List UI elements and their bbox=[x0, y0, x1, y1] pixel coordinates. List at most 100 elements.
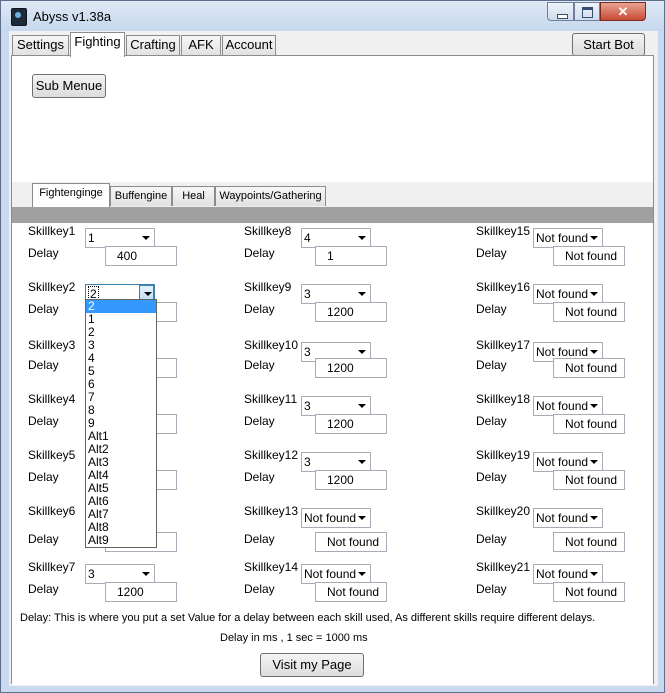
skillkey1-delay-input[interactable]: 400 bbox=[105, 246, 177, 266]
subtab-buffengine[interactable]: Buffengine bbox=[110, 186, 172, 206]
close-icon: ✕ bbox=[617, 4, 629, 19]
skillkey12-select[interactable]: 3 bbox=[301, 452, 371, 472]
chevron-down-icon[interactable] bbox=[354, 230, 369, 246]
delay-info-text: Delay: This is where you put a set Value… bbox=[20, 612, 596, 624]
skillkey16-select[interactable]: Not found bbox=[533, 284, 603, 304]
skillkey20-select[interactable]: Not found bbox=[533, 508, 603, 528]
skillkey21-delay-input[interactable]: Not found bbox=[553, 582, 625, 602]
chevron-down-icon[interactable] bbox=[354, 286, 369, 302]
skillkey16-delay-input[interactable]: Not found bbox=[553, 302, 625, 322]
chevron-down-icon[interactable] bbox=[138, 230, 153, 246]
start-bot-button[interactable]: Start Bot bbox=[572, 33, 645, 56]
skillkey8-select[interactable]: 4 bbox=[301, 228, 371, 248]
skillkey17-value: Not found bbox=[536, 345, 589, 359]
skillkey13-delay-input[interactable]: Not found bbox=[315, 532, 387, 552]
skillkey9-select[interactable]: 3 bbox=[301, 284, 371, 304]
visit-my-page-button[interactable]: Visit my Page bbox=[260, 653, 364, 677]
dropdown-option[interactable]: 3 bbox=[86, 339, 156, 352]
skillkey13-label: Skillkey13 bbox=[244, 504, 299, 518]
skillkey20-delay-input[interactable]: Not found bbox=[553, 532, 625, 552]
skillkey14-delay-label: Delay bbox=[244, 582, 275, 596]
chevron-down-icon[interactable] bbox=[586, 454, 601, 470]
dropdown-option[interactable]: Alt9 bbox=[86, 534, 156, 547]
skillkey2-label: Skillkey2 bbox=[28, 280, 76, 294]
minimize-button[interactable] bbox=[547, 2, 574, 21]
maximize-button[interactable] bbox=[574, 2, 600, 21]
skillkey8-delay-input[interactable]: 1 bbox=[315, 246, 387, 266]
main-tabs: Settings Fighting Crafting AFK Account S… bbox=[9, 31, 658, 57]
chevron-down-icon[interactable] bbox=[586, 566, 601, 582]
skillkey18-select[interactable]: Not found bbox=[533, 396, 603, 416]
skillkey10-delay-input[interactable]: 1200 bbox=[315, 358, 387, 378]
skillkey11-delay-input[interactable]: 1200 bbox=[315, 414, 387, 434]
chevron-down-icon[interactable] bbox=[354, 398, 369, 414]
dropdown-option[interactable]: 7 bbox=[86, 391, 156, 404]
skillkey21-select[interactable]: Not found bbox=[533, 564, 603, 584]
chevron-down-icon[interactable] bbox=[586, 510, 601, 526]
dropdown-option[interactable]: 2 bbox=[86, 300, 156, 313]
dropdown-option[interactable]: 4 bbox=[86, 352, 156, 365]
skillkey7-select[interactable]: 3 bbox=[85, 564, 155, 584]
skillkey12-value: 3 bbox=[304, 455, 311, 469]
skillkey2-dropdown-list[interactable]: 2 1 2 3 4 5 6 7 8 9 Alt1 Alt2 Alt3 Alt4 Alt5 Alt6 Alt7 Al… bbox=[85, 299, 157, 548]
skillkey20-value: Not found bbox=[536, 511, 589, 525]
close-button[interactable]: ✕ bbox=[600, 2, 646, 21]
skillkey10-value: 3 bbox=[304, 345, 311, 359]
dropdown-option[interactable]: 6 bbox=[86, 378, 156, 391]
skillkey18-label: Skillkey18 bbox=[476, 392, 531, 406]
skillkey13-select[interactable]: Not found bbox=[301, 508, 371, 528]
skillkey18-delay-input[interactable]: Not found bbox=[553, 414, 625, 434]
skillkey12-delay-input[interactable]: 1200 bbox=[315, 470, 387, 490]
skillkey21-delay-label: Delay bbox=[476, 582, 507, 596]
chevron-down-icon[interactable] bbox=[354, 454, 369, 470]
tab-afk[interactable]: AFK bbox=[181, 35, 221, 55]
skillkey8-label: Skillkey8 bbox=[244, 224, 292, 238]
chevron-down-icon[interactable] bbox=[354, 566, 369, 582]
skillkey14-delay-input[interactable]: Not found bbox=[315, 582, 387, 602]
skillkey6-label: Skillkey6 bbox=[28, 504, 76, 518]
tab-settings[interactable]: Settings bbox=[12, 35, 69, 55]
skillkey1-label: Skillkey1 bbox=[28, 224, 76, 238]
skillkey14-select[interactable]: Not found bbox=[301, 564, 371, 584]
chevron-down-icon[interactable] bbox=[586, 286, 601, 302]
skillkey19-delay-input[interactable]: Not found bbox=[553, 470, 625, 490]
skillkey5-delay-label: Delay bbox=[28, 470, 59, 484]
skillkey16-label: Skillkey16 bbox=[476, 280, 531, 294]
tab-account[interactable]: Account bbox=[222, 35, 276, 55]
skillkey11-select[interactable]: 3 bbox=[301, 396, 371, 416]
skillkey1-select[interactable]: 1 bbox=[85, 228, 155, 248]
skillkey19-value: Not found bbox=[536, 455, 589, 469]
tab-crafting[interactable]: Crafting bbox=[126, 35, 180, 55]
skillkey3-delay-label: Delay bbox=[28, 358, 59, 372]
skillkey19-delay-label: Delay bbox=[476, 470, 507, 484]
tab-fighting[interactable]: Fighting bbox=[70, 32, 125, 57]
skillkey9-delay-input[interactable]: 1200 bbox=[315, 302, 387, 322]
skillkey16-value: Not found bbox=[536, 287, 589, 301]
chevron-down-icon[interactable] bbox=[354, 510, 369, 526]
window-title: Abyss v1.38a bbox=[33, 9, 112, 24]
skillkey19-select[interactable]: Not found bbox=[533, 452, 603, 472]
subtab-heal[interactable]: Heal bbox=[172, 186, 215, 206]
dropdown-option[interactable]: 2 bbox=[86, 326, 156, 339]
skillkey15-delay-input[interactable]: Not found bbox=[553, 246, 625, 266]
title-bar[interactable]: Abyss v1.38a ✕ bbox=[1, 1, 664, 31]
skillkey7-delay-input[interactable]: 1200 bbox=[105, 582, 177, 602]
subtab-fightengine[interactable]: Fightenginge bbox=[32, 183, 110, 207]
skillkey6-delay-label: Delay bbox=[28, 532, 59, 546]
dropdown-option[interactable]: 5 bbox=[86, 365, 156, 378]
skillkey7-value: 3 bbox=[88, 567, 95, 581]
subtab-waypoints-gathering[interactable]: Waypoints/Gathering bbox=[215, 186, 326, 206]
sub-menue-button[interactable]: Sub Menue bbox=[32, 74, 106, 98]
skillkey5-label: Skillkey5 bbox=[28, 448, 76, 462]
dropdown-option[interactable]: 1 bbox=[86, 313, 156, 326]
dropdown-option[interactable]: 8 bbox=[86, 404, 156, 417]
skillkey7-delay-label: Delay bbox=[28, 582, 59, 596]
skillkey15-delay-label: Delay bbox=[476, 246, 507, 260]
skillkey14-label: Skillkey14 bbox=[244, 560, 299, 574]
skillkey13-value: Not found bbox=[304, 511, 357, 525]
skillkey15-select[interactable]: Not found bbox=[533, 228, 603, 248]
chevron-down-icon[interactable] bbox=[138, 566, 153, 582]
chevron-down-icon[interactable] bbox=[586, 230, 601, 246]
chevron-down-icon[interactable] bbox=[586, 398, 601, 414]
skillkey17-delay-input[interactable]: Not found bbox=[553, 358, 625, 378]
